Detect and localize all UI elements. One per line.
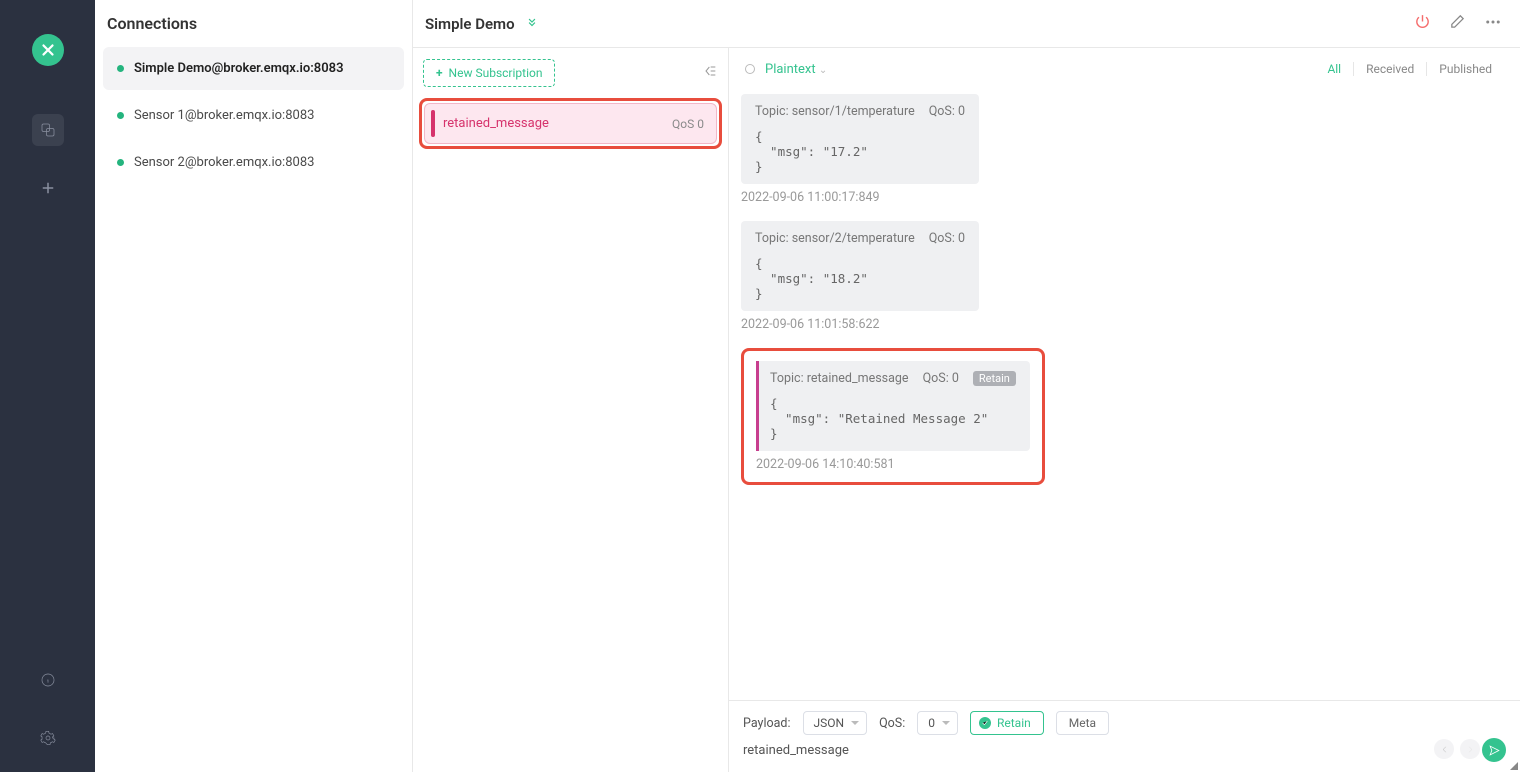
connection-item[interactable]: Sensor 2@broker.emqx.io:8083 <box>103 141 404 184</box>
chevron-double-down-icon[interactable] <box>525 14 539 33</box>
disconnect-button[interactable] <box>1414 13 1431 34</box>
qos-select[interactable]: 0 <box>917 711 958 735</box>
publish-topic-input[interactable]: retained_message <box>743 741 849 760</box>
highlight-frame: retained_message QoS 0 <box>419 98 722 149</box>
edit-button[interactable] <box>1449 13 1466 34</box>
status-dot-icon <box>117 159 124 166</box>
message-toolbar: Plaintext ⌄ All Received Published <box>729 48 1520 90</box>
message-timestamp: 2022-09-06 11:00:17:849 <box>741 190 1508 205</box>
more-button[interactable] <box>1484 13 1502 35</box>
tab-published[interactable]: Published <box>1426 62 1504 76</box>
color-bar <box>431 110 435 137</box>
message-topic: Topic: sensor/1/temperature <box>755 104 915 119</box>
plus-icon: + <box>436 66 443 80</box>
message-qos: QoS: 0 <box>929 231 965 246</box>
subscriptions-panel: + New Subscription retained_message QoS … <box>413 48 729 772</box>
subscription-item[interactable]: retained_message QoS 0 <box>424 103 717 144</box>
retain-toggle[interactable]: Retain <box>970 711 1044 735</box>
settings-icon[interactable] <box>32 722 64 754</box>
payload-label: Payload: <box>743 716 791 731</box>
nav-add-icon[interactable] <box>32 172 64 204</box>
chevron-down-icon: ⌄ <box>819 65 827 76</box>
messages-panel: Plaintext ⌄ All Received Published Topic… <box>729 48 1520 772</box>
message-timestamp: 2022-09-06 11:01:58:622 <box>741 317 1508 332</box>
message-body: { "msg": "17.2" } <box>755 119 965 174</box>
highlight-frame: Topic: retained_message QoS: 0 Retain{ "ms… <box>741 348 1045 485</box>
check-icon <box>979 717 991 729</box>
nav-rail <box>0 0 95 772</box>
tab-all[interactable]: All <box>1315 62 1353 76</box>
status-dot-icon <box>117 65 124 72</box>
titlebar: Simple Demo <box>413 0 1520 48</box>
color-bar <box>756 361 759 451</box>
connection-item-label: Sensor 2@broker.emqx.io:8083 <box>134 155 314 170</box>
subscription-qos: QoS 0 <box>672 117 704 131</box>
connections-panel: Connections Simple Demo@broker.emqx.io:8… <box>95 0 413 772</box>
info-icon[interactable] <box>32 664 64 696</box>
history-next-button[interactable] <box>1460 739 1480 759</box>
connection-item[interactable]: Simple Demo@broker.emqx.io:8083 <box>103 47 404 90</box>
connection-item[interactable]: Sensor 1@broker.emqx.io:8083 <box>103 94 404 137</box>
payload-format-select[interactable]: JSON <box>803 711 868 735</box>
connections-title: Connections <box>95 0 412 43</box>
app-logo <box>32 34 64 66</box>
subscription-topic: retained_message <box>443 116 549 131</box>
tab-received[interactable]: Received <box>1353 62 1426 76</box>
message-qos: QoS: 0 <box>929 104 965 119</box>
connection-item-label: Simple Demo@broker.emqx.io:8083 <box>134 61 344 76</box>
connection-title: Simple Demo <box>425 15 515 33</box>
message-topic: Topic: retained_message <box>770 371 909 386</box>
nav-connections-icon[interactable] <box>32 114 64 146</box>
message-timestamp: 2022-09-06 14:10:40:581 <box>756 457 1030 472</box>
message-card[interactable]: Topic: sensor/2/temperature QoS: 0{ "msg"… <box>741 221 979 311</box>
retain-badge: Retain <box>973 371 1016 386</box>
qos-label: QoS: <box>879 716 905 731</box>
message-card[interactable]: Topic: sensor/1/temperature QoS: 0{ "msg"… <box>741 94 979 184</box>
meta-button[interactable]: Meta <box>1056 711 1109 735</box>
main-area: Simple Demo + New Subscription <box>413 0 1520 772</box>
message-topic: Topic: sensor/2/temperature <box>755 231 915 246</box>
collapse-panel-icon[interactable] <box>702 63 718 83</box>
message-body: { "msg": "18.2" } <box>755 246 965 301</box>
message-qos: QoS: 0 <box>923 371 959 386</box>
history-prev-button[interactable] <box>1434 739 1454 759</box>
send-button[interactable] <box>1482 738 1506 762</box>
message-card[interactable]: Topic: retained_message QoS: 0 Retain{ "ms… <box>756 361 1030 451</box>
connection-item-label: Sensor 1@broker.emqx.io:8083 <box>134 108 314 123</box>
status-ring-icon <box>745 64 755 74</box>
encoding-select[interactable]: Plaintext ⌄ <box>765 62 827 77</box>
messages-scroll[interactable]: Topic: sensor/1/temperatureQoS: 0{ "msg"… <box>729 90 1520 700</box>
new-subscription-label: New Subscription <box>449 66 543 80</box>
message-body: { "msg": "Retained Message 2" } <box>770 386 1016 441</box>
resize-handle-icon[interactable] <box>1510 762 1518 770</box>
publish-area: Payload: JSON QoS: 0 Retain Meta retaine… <box>729 700 1520 772</box>
new-subscription-button[interactable]: + New Subscription <box>423 59 555 87</box>
status-dot-icon <box>117 112 124 119</box>
